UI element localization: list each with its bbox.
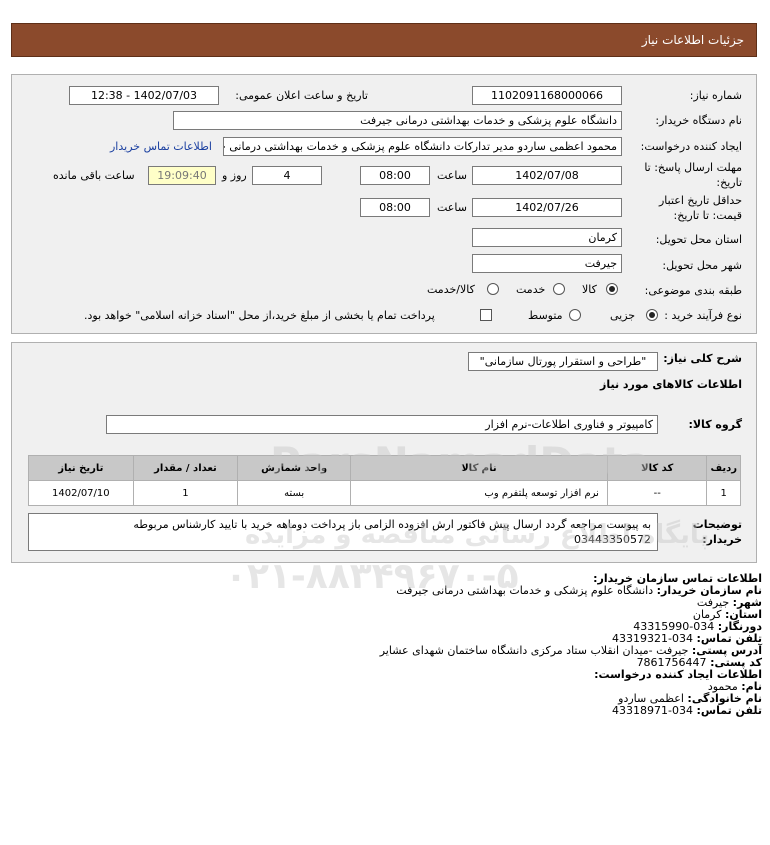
province-field[interactable]: کرمان [472, 228, 622, 247]
buyer-notes-label-line2: خریدار: [702, 533, 742, 546]
col-unit-header: واحد شمارش [237, 455, 351, 481]
validity-label-line2: قیمت: تا تاریخ: [673, 209, 742, 222]
creator-field[interactable]: محمود اعظمی ساردو مدیر تدارکات دانشگاه ع… [223, 137, 622, 156]
validity-time-field[interactable]: 08:00 [360, 198, 430, 217]
contact-info-block: اطلاعات تماس سازمان خریدار: نام سازمان خ… [380, 573, 762, 717]
col-code-header: کد کالا [606, 455, 708, 481]
category-radio-service[interactable] [553, 283, 565, 295]
treasury-payment-text: پرداخت تمام یا بخشی از مبلغ خرید،از محل … [84, 309, 435, 322]
page-title: جزئیات اطلاعات نیاز [641, 33, 744, 47]
contact-org-value: دانشگاه علوم پزشکی و خدمات بهداشتی درمان… [396, 584, 654, 597]
buyer-org-label: نام دستگاه خریدار: [655, 114, 742, 127]
cell-unit: بسته [237, 480, 351, 506]
buyer-notes-label-line1: توضیحات [692, 518, 742, 531]
deadline-label-line1: مهلت ارسال پاسخ: تا [644, 161, 742, 174]
buyer-notes-box: به پیوست مراجعه گردد ارسال پیش فاکتور ار… [28, 513, 658, 551]
category-option-service: خدمت [516, 283, 546, 296]
goods-info-title: اطلاعات کالاهای مورد نیاز [600, 378, 742, 391]
days-field[interactable]: 4 [252, 166, 322, 185]
buyer-org-field[interactable]: دانشگاه علوم پزشکی و خدمات بهداشتی درمان… [173, 111, 622, 130]
deadline-date-field[interactable]: 1402/07/08 [472, 166, 622, 185]
col-name-header: نام کالا [349, 455, 608, 481]
process-label: نوع فرآیند خرید : [664, 309, 742, 322]
deadline-time-field[interactable]: 08:00 [360, 166, 430, 185]
validity-time-label: ساعت [437, 201, 467, 214]
process-option-medium: متوسط [528, 309, 563, 322]
category-label: طبقه بندی موضوعی: [644, 284, 742, 297]
buyer-contact-link[interactable]: اطلاعات تماس خریدار [110, 140, 212, 153]
validity-date-field[interactable]: 1402/07/26 [472, 198, 622, 217]
page-header: جزئیات اطلاعات نیاز [11, 23, 757, 57]
creator-label: ایجاد کننده درخواست: [640, 140, 742, 153]
process-option-minor: جزیی [610, 309, 636, 322]
province-label: استان محل تحویل: [655, 233, 742, 246]
col-row-header: ردیف [706, 455, 741, 481]
buyer-notes-line2: 03443350572 [574, 533, 651, 546]
process-radio-medium[interactable] [569, 309, 581, 321]
process-radio-minor[interactable] [646, 309, 658, 321]
cell-date: 1402/07/10 [28, 480, 134, 506]
goods-group-label: گروه کالا: [688, 418, 742, 431]
category-option-goods: کالا [582, 283, 597, 296]
goods-group-field[interactable]: کامپیوتر و فناوری اطلاعات-نرم افزار [106, 415, 658, 434]
table-row[interactable]: 1 -- نرم افزار توسعه پلتفرم وب بسته 1 14… [28, 480, 741, 506]
deadline-time-label: ساعت [437, 169, 467, 182]
category-radio-goods-service[interactable] [487, 283, 499, 295]
cell-qty: 1 [132, 480, 239, 506]
city-field[interactable]: جیرفت [472, 254, 622, 273]
creator-phone-value: 034-43318971 [612, 704, 694, 717]
category-radio-goods[interactable] [606, 283, 618, 295]
need-summary-field[interactable]: "طراحی و استقرار پورتال سازمانی" [468, 352, 658, 371]
treasury-payment-checkbox[interactable] [480, 309, 492, 321]
creator-info-title: اطلاعات ایجاد کننده درخواست: [594, 668, 762, 681]
need-number-label: شماره نیاز: [689, 89, 742, 102]
announce-field[interactable]: 1402/07/03 - 12:38 [69, 86, 219, 105]
remaining-time-field: 19:09:40 [148, 166, 216, 185]
city-label: شهر محل تحویل: [662, 259, 742, 272]
cell-name: نرم افزار توسعه پلتفرم وب [349, 480, 608, 506]
deadline-label-line2: تاریخ: [716, 176, 742, 189]
col-date-header: تاریخ نیاز [28, 455, 134, 481]
need-number-field[interactable]: 1102091168000066 [472, 86, 622, 105]
cell-row-number: 1 [706, 480, 741, 506]
category-option-goods-service: کالا/خدمت [427, 283, 475, 296]
cell-code: -- [606, 480, 708, 506]
creator-phone-label: تلفن تماس: [696, 704, 762, 717]
col-qty-header: تعداد / مقدار [132, 455, 239, 481]
announce-label: تاریخ و ساعت اعلان عمومی: [235, 89, 368, 102]
goods-table-header: ردیف کد کالا نام کالا واحد شمارش تعداد /… [28, 455, 741, 481]
remaining-label: ساعت باقی مانده [53, 169, 135, 182]
need-summary-label: شرح کلی نیاز: [663, 352, 742, 365]
days-label: روز و [222, 169, 247, 182]
buyer-notes-line1: به پیوست مراجعه گردد ارسال پیش فاکتور ار… [133, 518, 651, 531]
goods-table: ردیف کد کالا نام کالا واحد شمارش تعداد /… [28, 455, 741, 506]
validity-label-line1: حداقل تاریخ اعتبار [658, 194, 742, 207]
